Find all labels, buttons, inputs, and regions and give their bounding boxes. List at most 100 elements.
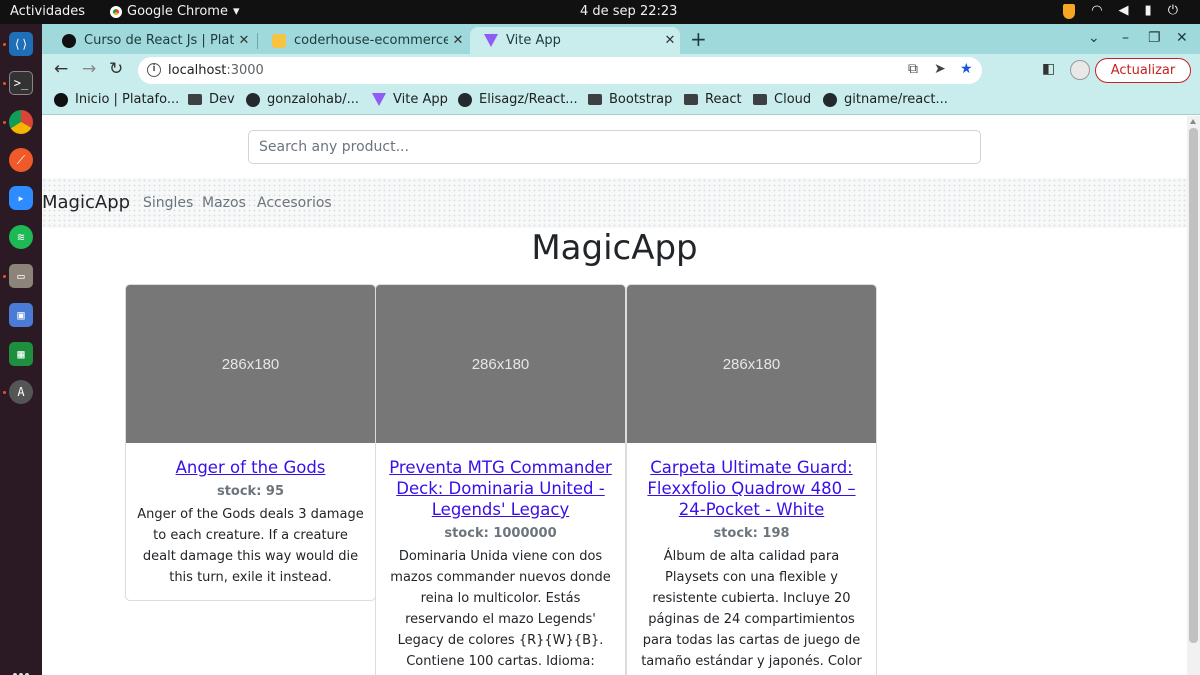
system-tray[interactable]: ◠ ◀ ▮ ⏻ xyxy=(1063,3,1178,19)
bookmark-elisagz[interactable]: Elisagz/React... xyxy=(458,92,578,107)
reload-icon[interactable]: ↻ xyxy=(109,59,123,79)
bookmark-folder-react[interactable]: React xyxy=(684,92,742,107)
bookmark-star-icon[interactable]: ★ xyxy=(960,61,973,77)
postman-icon[interactable]: ⟋ xyxy=(9,148,33,172)
nav-link-accesorios[interactable]: Accesorios xyxy=(257,195,332,211)
forward-icon[interactable]: → xyxy=(82,59,96,79)
close-window-icon[interactable]: ✕ xyxy=(1176,30,1188,46)
bookmark-inicio[interactable]: Inicio | Platafo... xyxy=(54,92,179,107)
page-viewport: MagicApp Singles Mazos Accesorios MagicA… xyxy=(42,116,1187,675)
bookmarks-bar: Inicio | Platafo... Dev gonzalohab/... V… xyxy=(42,87,1200,115)
activities-button[interactable]: Actividades xyxy=(10,4,85,19)
scrollbar-thumb[interactable] xyxy=(1189,128,1198,643)
main-navbar: MagicApp Singles Mazos Accesorios xyxy=(42,178,1187,228)
spreadsheet-icon[interactable]: ▦ xyxy=(9,342,33,366)
send-icon[interactable]: ➤ xyxy=(934,61,946,77)
product-description: Anger of the Gods deals 3 damage to each… xyxy=(137,507,364,585)
close-icon[interactable]: ✕ xyxy=(660,33,680,48)
terminal-icon[interactable]: >_ xyxy=(9,71,33,95)
app-menu[interactable]: Google Chrome ▾ xyxy=(110,4,240,19)
clock[interactable]: 4 de sep 22:23 xyxy=(580,4,677,19)
power-icon[interactable]: ⏻ xyxy=(1168,3,1178,19)
bookmark-label: React xyxy=(705,92,742,107)
folder-icon xyxy=(588,94,602,105)
vscode-icon[interactable]: ⟨⟩ xyxy=(9,32,33,56)
hand-icon xyxy=(272,33,286,48)
nav-link-singles[interactable]: Singles xyxy=(143,195,193,211)
product-card: 286x180 Carpeta Ultimate Guard: Flexxfol… xyxy=(626,284,877,675)
product-title-link[interactable]: Carpeta Ultimate Guard: Flexxfolio Quadr… xyxy=(637,457,866,520)
product-card: 286x180 Anger of the Gods stock: 95 Ange… xyxy=(125,284,376,601)
url-text[interactable]: localhost:3000 xyxy=(168,63,264,78)
tab-label: Vite App xyxy=(506,33,561,48)
page-scrollbar[interactable] xyxy=(1187,116,1200,675)
product-image-placeholder: 286x180 xyxy=(126,285,375,443)
github-icon xyxy=(246,92,260,107)
bookmark-label: Dev xyxy=(209,92,235,107)
scroll-up-arrow-icon[interactable] xyxy=(1190,119,1196,124)
restore-icon[interactable]: ❐ xyxy=(1148,30,1161,46)
minimize-icon[interactable]: – xyxy=(1122,30,1129,46)
github-icon xyxy=(823,92,837,107)
app-menu-label: Google Chrome xyxy=(127,4,228,19)
bookmark-label: Elisagz/React... xyxy=(479,92,578,107)
bookmark-vite-app[interactable]: Vite App xyxy=(372,92,448,107)
coder-icon xyxy=(54,92,68,107)
search-bar-area xyxy=(42,116,1187,178)
tab-label: Curso de React Js | Platafo xyxy=(84,33,234,48)
new-tab-button[interactable]: + xyxy=(690,27,707,51)
wifi-icon[interactable]: ◠ xyxy=(1091,3,1102,19)
tab-search-icon[interactable]: ⌄ xyxy=(1088,30,1100,46)
update-shield-icon[interactable] xyxy=(1063,4,1076,19)
running-indicator xyxy=(3,275,6,278)
running-indicator xyxy=(3,391,6,394)
volume-icon[interactable]: ◀ xyxy=(1119,3,1129,19)
tab-coderhouse-ecommerce[interactable]: coderhouse-ecommerce3 ✕ xyxy=(258,27,468,54)
url-host: localhost xyxy=(168,63,227,78)
card-body: Anger of the Gods stock: 95 Anger of the… xyxy=(126,443,375,600)
bookmark-folder-dev[interactable]: Dev xyxy=(188,92,235,107)
tab-curso-react[interactable]: Curso de React Js | Platafo ✕ xyxy=(48,27,254,54)
bookmark-label: Inicio | Platafo... xyxy=(75,92,180,107)
folder-icon xyxy=(684,94,698,105)
update-button[interactable]: Actualizar xyxy=(1095,58,1191,83)
close-icon[interactable]: ✕ xyxy=(234,33,254,48)
product-title-link[interactable]: Preventa MTG Commander Deck: Dominaria U… xyxy=(386,457,615,520)
files-icon[interactable]: ▭ xyxy=(9,264,33,288)
running-indicator xyxy=(3,82,6,85)
browser-toolbar: ← → ↻ i localhost:3000 ⧉ ➤ ★ ◧ Actualiza… xyxy=(42,54,1200,87)
product-stock: stock: 198 xyxy=(713,526,790,541)
product-description: Álbum de alta calidad para Playsets con … xyxy=(641,549,862,669)
navbar-brand[interactable]: MagicApp xyxy=(42,192,130,213)
close-icon[interactable]: ✕ xyxy=(448,33,468,48)
chrome-icon[interactable] xyxy=(9,110,33,134)
bookmark-gonzalohab[interactable]: gonzalohab/... xyxy=(246,92,359,107)
screenshot-icon[interactable]: ▣ xyxy=(9,303,33,327)
bookmark-folder-cloud[interactable]: Cloud xyxy=(753,92,811,107)
product-stock: stock: 95 xyxy=(216,484,285,499)
profile-avatar[interactable] xyxy=(1070,60,1090,80)
card-body: Carpeta Ultimate Guard: Flexxfolio Quadr… xyxy=(627,443,876,675)
product-image-placeholder: 286x180 xyxy=(627,285,876,443)
chrome-icon xyxy=(110,5,122,18)
product-stock: stock: 1000000 xyxy=(444,526,557,541)
site-info-icon[interactable]: i xyxy=(147,63,161,77)
nav-link-mazos[interactable]: Mazos xyxy=(202,195,246,211)
software-center-icon[interactable]: A xyxy=(9,380,33,404)
battery-icon[interactable]: ▮ xyxy=(1145,3,1152,19)
product-image-placeholder: 286x180 xyxy=(376,285,625,443)
zoom-icon[interactable]: ▸ xyxy=(9,186,33,210)
back-icon[interactable]: ← xyxy=(54,59,68,79)
bookmark-label: gonzalohab/... xyxy=(267,92,360,107)
tab-vite-app[interactable]: Vite App ✕ xyxy=(470,27,680,54)
tab-label: coderhouse-ecommerce3 xyxy=(294,33,448,48)
side-panel-icon[interactable]: ◧ xyxy=(1042,61,1055,77)
spotify-icon[interactable]: ≋ xyxy=(9,225,33,249)
product-title-link[interactable]: Anger of the Gods xyxy=(136,457,365,478)
running-indicator xyxy=(3,121,6,124)
bookmark-gitname[interactable]: gitname/react... xyxy=(823,92,948,107)
address-bar[interactable]: i localhost:3000 ⧉ ➤ ★ xyxy=(138,57,982,84)
bookmark-folder-bootstrap[interactable]: Bootstrap xyxy=(588,92,672,107)
search-input[interactable] xyxy=(248,130,981,164)
translate-icon[interactable]: ⧉ xyxy=(908,61,918,77)
